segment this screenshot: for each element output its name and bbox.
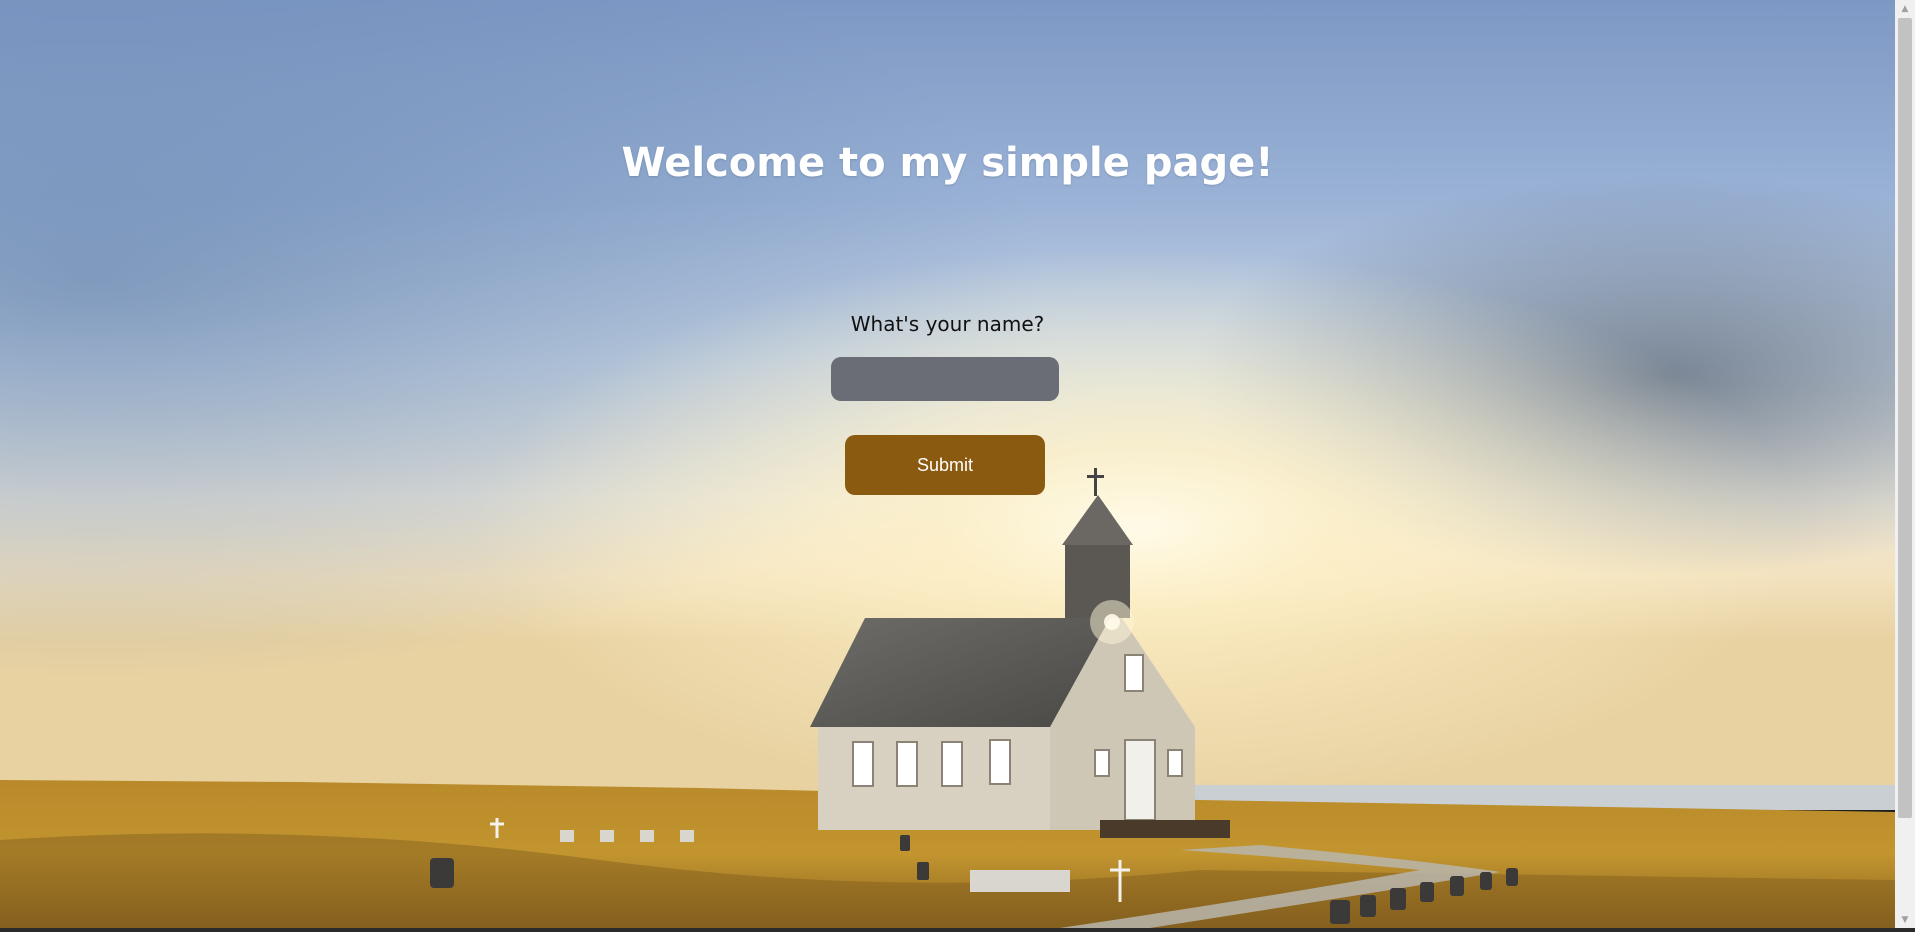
window-bottom-edge	[0, 928, 1915, 932]
name-label: What's your name?	[850, 312, 1045, 336]
scrollbar-thumb[interactable]	[1898, 18, 1912, 818]
scroll-down-arrow-icon[interactable]: ▼	[1895, 911, 1915, 928]
name-input[interactable]	[831, 357, 1059, 401]
browser-viewport: Welcome to my simple page! What's your n…	[0, 0, 1915, 932]
page: Welcome to my simple page! What's your n…	[0, 0, 1895, 928]
page-title: Welcome to my simple page!	[621, 140, 1274, 186]
submit-button[interactable]: Submit	[845, 435, 1045, 495]
page-content: Welcome to my simple page! What's your n…	[0, 0, 1895, 928]
vertical-scrollbar[interactable]: ▲ ▼	[1895, 0, 1915, 928]
scroll-up-arrow-icon[interactable]: ▲	[1895, 0, 1915, 17]
